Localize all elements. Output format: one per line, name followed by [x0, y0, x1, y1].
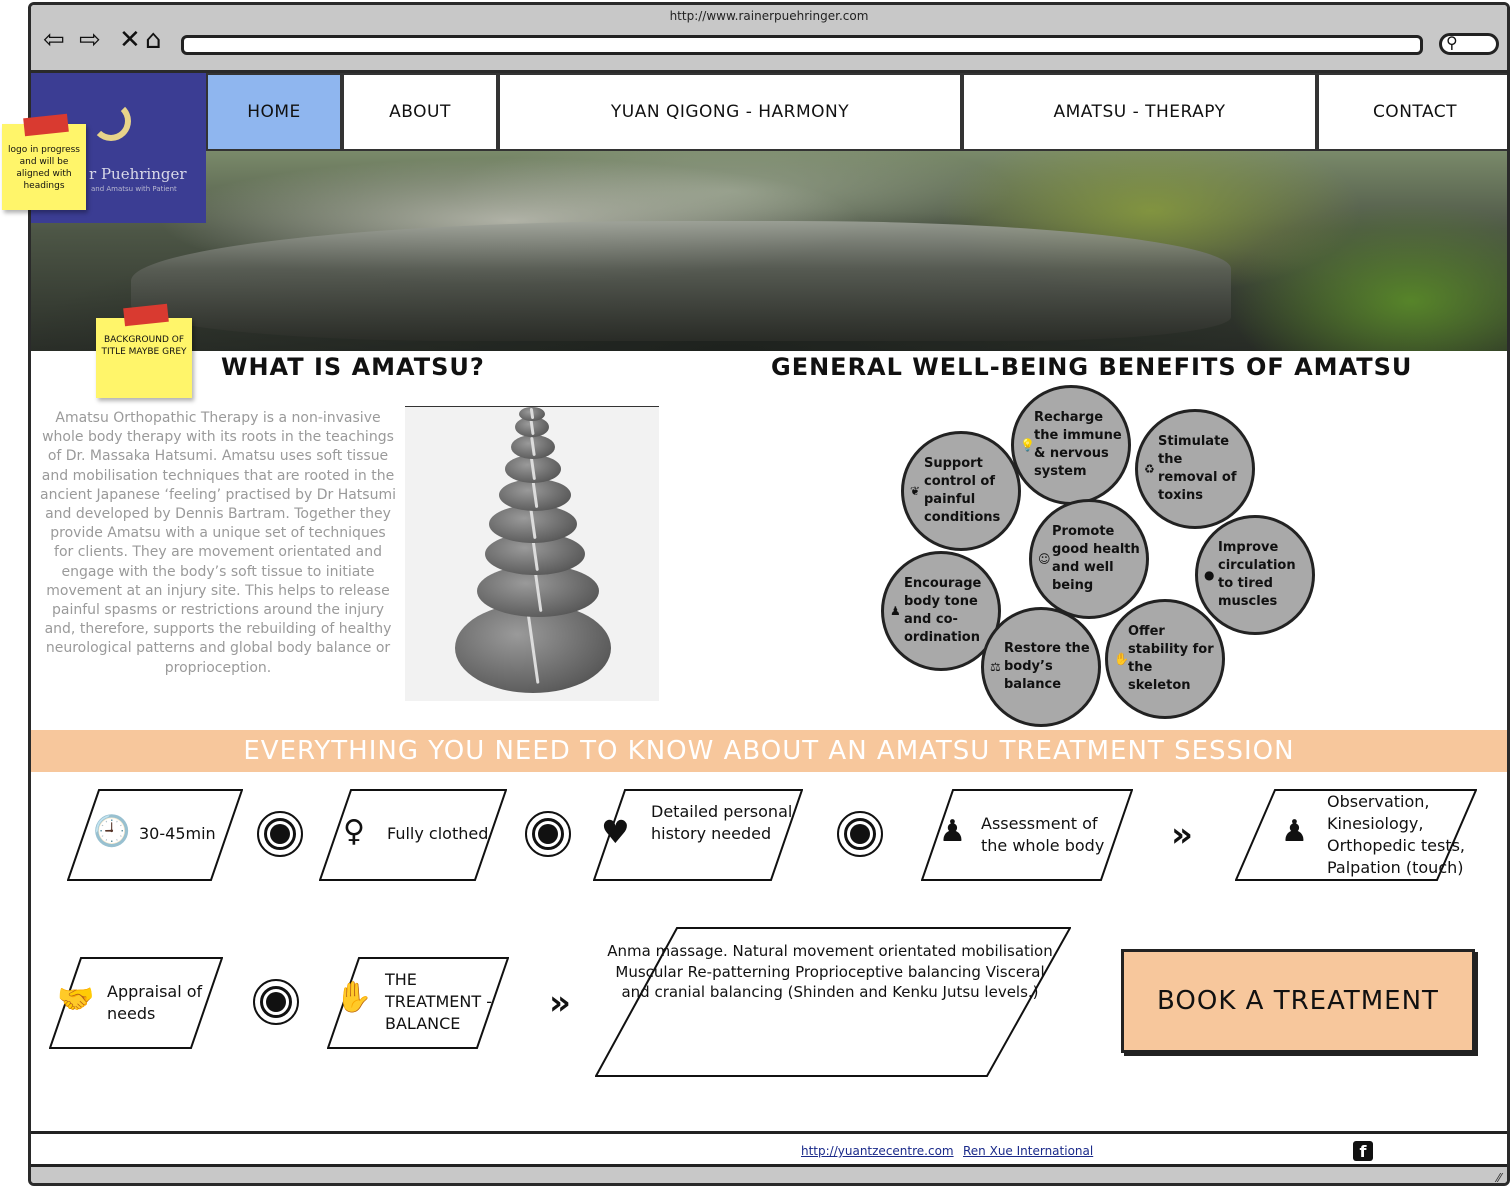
forward-arrow-icon[interactable]: ⇨ — [79, 25, 101, 55]
stacked-stones-image — [405, 406, 659, 701]
benefit-pain: ❦ Support control of painful conditions — [901, 431, 1021, 551]
book-treatment-button[interactable]: BOOK A TREATMENT — [1121, 949, 1475, 1053]
logo-tagline: and Amatsu with Patient — [91, 185, 177, 193]
sticky-note-title-bg: BACKGROUND OF TITLE MAYBE GREY — [96, 318, 192, 398]
step-clothed: ♀ Fully clothed — [319, 789, 507, 881]
woman-icon: ♀ — [343, 814, 365, 849]
hand-icon: ✋ — [335, 980, 373, 1015]
step-treatment: ✋ THE TREATMENT - BALANCE — [327, 957, 509, 1049]
person-icon: ♟ — [1281, 814, 1308, 849]
benefit-skeleton: ✋ Offer stability for the skeleton — [1105, 599, 1225, 719]
url-display: http://www.rainerpuehringer.com — [669, 9, 869, 23]
benefit-toxins: ♻ Stimulate the removal of toxins — [1135, 409, 1255, 529]
browser-window: http://www.rainerpuehringer.com ⇦ ⇨ ✕ ⌂ … — [28, 2, 1510, 1186]
benefit-balance: ⚖ Restore the body’s balance — [981, 607, 1101, 727]
recycle-icon: ♻ — [1144, 462, 1155, 476]
about-title: WHAT IS AMATSU? — [221, 353, 485, 381]
step-appraisal: 🤝 Appraisal of needs — [49, 957, 223, 1049]
logo-name: r Puehringer — [89, 165, 187, 183]
hero-image — [31, 151, 1507, 351]
heartbeat-icon: ♥ — [601, 813, 630, 851]
hero-rock — [131, 221, 1231, 341]
benefit-circulation: ● Improve circulation to tired muscles — [1195, 515, 1315, 635]
footer-link-renxue[interactable]: Ren Xue International — [963, 1144, 1093, 1158]
benefit-immune: 💡 Recharge the immune & nervous system — [1011, 385, 1131, 505]
step-observation: ♟ Observation, Kinesiology, Orthopedic t… — [1235, 789, 1477, 881]
nav-home[interactable]: HOME — [206, 73, 342, 151]
smile-icon: ☺ — [1038, 552, 1051, 566]
benefits-title: GENERAL WELL-BEING BENEFITS OF AMATSU — [771, 353, 1413, 381]
nav-about[interactable]: ABOUT — [342, 73, 498, 151]
nav-contact[interactable]: CONTACT — [1317, 73, 1507, 151]
back-arrow-icon[interactable]: ⇦ — [43, 25, 65, 55]
main-nav: HOME ABOUT YUAN QIGONG - HARMONY AMATSU … — [206, 73, 1507, 151]
benefit-health: ☺ Promote good health and well being — [1029, 499, 1149, 619]
home-icon[interactable]: ⌂ — [145, 25, 162, 55]
target-icon — [525, 811, 571, 857]
step-history: ♥ Detailed personal history needed — [593, 789, 803, 881]
step-techniques: Anma massage. Natural movement orientate… — [595, 927, 1071, 1077]
balance-icon: ⚖ — [990, 660, 1001, 674]
logo-mark-icon — [91, 101, 131, 141]
status-bar: ⁄⁄ — [31, 1167, 1507, 1183]
target-icon — [837, 811, 883, 857]
sticky-note-logo: logo in progress and will be aligned wit… — [2, 124, 86, 210]
facebook-icon[interactable]: f — [1353, 1141, 1373, 1161]
resize-grip-icon[interactable]: ⁄⁄ — [1497, 1171, 1501, 1183]
address-bar[interactable] — [181, 35, 1423, 55]
target-icon — [257, 811, 303, 857]
step-assessment: ♟ Assessment of the whole body — [921, 789, 1133, 881]
footer: http://yuantzecentre.com Ren Xue Interna… — [31, 1131, 1507, 1167]
handshake-icon: 🤝 — [57, 982, 95, 1017]
search-box[interactable]: ⚲ — [1439, 33, 1499, 55]
nav-yuan-qigong[interactable]: YUAN QIGONG - HARMONY — [498, 73, 962, 151]
footer-link-yuantze[interactable]: http://yuantzecentre.com — [801, 1144, 954, 1158]
step-duration: 🕘 30-45min — [67, 789, 243, 881]
browser-toolbar: http://www.rainerpuehringer.com ⇦ ⇨ ✕ ⌂ … — [31, 5, 1507, 73]
double-chevron-icon: » — [549, 983, 571, 1023]
about-text: Amatsu Orthopathic Therapy is a non-inva… — [40, 410, 396, 676]
clock-icon: 🕘 — [93, 814, 131, 849]
session-banner: EVERYTHING YOU NEED TO KNOW ABOUT AN AMA… — [31, 730, 1507, 772]
search-icon: ⚲ — [1446, 33, 1458, 52]
drop-icon: ● — [1204, 568, 1215, 582]
nav-amatsu[interactable]: AMATSU - THERAPY — [962, 73, 1317, 151]
hand-icon: ✋ — [1114, 652, 1129, 666]
person-icon: ♟ — [890, 604, 901, 618]
double-chevron-icon: » — [1171, 815, 1193, 855]
close-icon[interactable]: ✕ — [119, 25, 141, 55]
leaf-icon: ❦ — [910, 484, 921, 498]
target-icon — [253, 979, 299, 1025]
person-icon: ♟ — [939, 814, 966, 849]
lightbulb-icon: 💡 — [1020, 438, 1035, 452]
